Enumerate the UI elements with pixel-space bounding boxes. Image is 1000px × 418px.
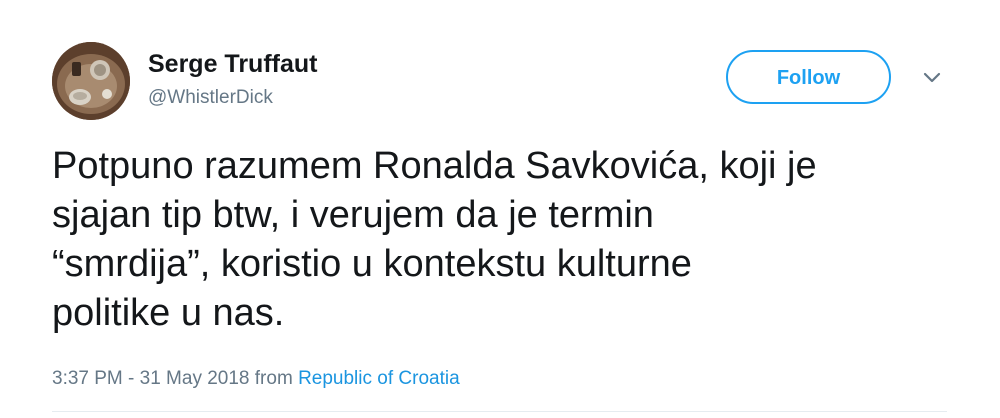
author-display-name[interactable]: Serge Truffaut bbox=[148, 50, 317, 79]
tweet-text-line: sjajan tip btw, i verujem da je termin bbox=[52, 194, 654, 236]
from-label: from bbox=[254, 368, 293, 389]
tweet-card: Serge Truffaut @WhistlerDick Follow Potp… bbox=[0, 0, 1000, 418]
location-link[interactable]: Republic of Croatia bbox=[298, 368, 460, 389]
tweet-text-line: Potpuno razumem Ronalda Savkovića, koji … bbox=[52, 145, 817, 187]
divider bbox=[52, 411, 947, 412]
chevron-down-icon[interactable] bbox=[919, 66, 945, 90]
avatar[interactable] bbox=[52, 42, 130, 120]
avatar-image bbox=[52, 42, 130, 120]
tweet-text-line: politike u nas. bbox=[52, 292, 285, 334]
tweet-metadata: 3:37 PM - 31 May 2018 from Republic of C… bbox=[52, 368, 460, 390]
tweet-text-line: “smrdija”, koristio u kontekstu kulturne bbox=[52, 243, 692, 285]
follow-button[interactable]: Follow bbox=[726, 50, 891, 104]
author-handle[interactable]: @WhistlerDick bbox=[148, 87, 273, 109]
tweet-text: Potpuno razumem Ronalda Savkovića, koji … bbox=[52, 142, 952, 338]
tweet-timestamp[interactable]: 3:37 PM - 31 May 2018 bbox=[52, 368, 250, 389]
